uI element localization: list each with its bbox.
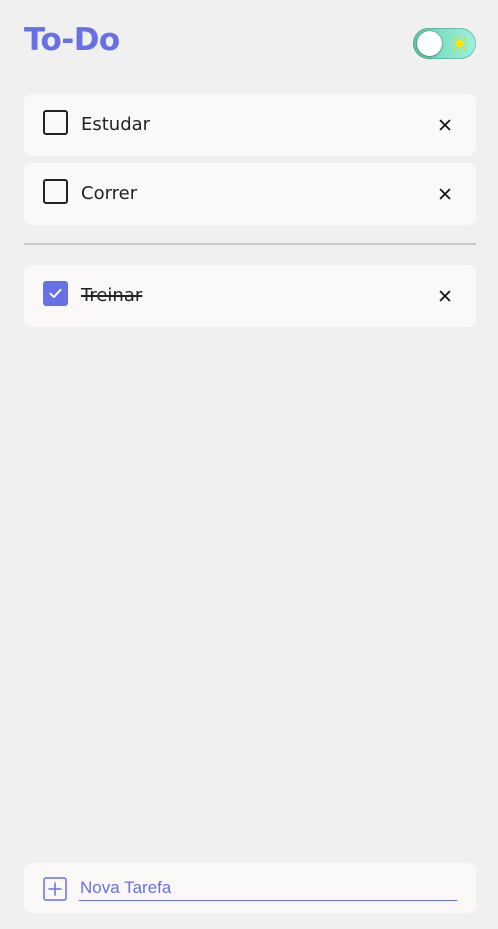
task-label: Correr — [81, 183, 138, 204]
app-title: To-Do — [24, 22, 120, 58]
delete-task-button[interactable] — [434, 285, 456, 307]
close-icon — [439, 119, 451, 131]
task-checkbox[interactable] — [43, 110, 68, 135]
add-task-button[interactable] — [43, 877, 67, 901]
new-task-bar — [24, 863, 476, 913]
task-item: Estudar — [24, 94, 476, 156]
task-item-completed: Treinar — [24, 265, 476, 327]
plus-icon — [43, 877, 67, 901]
toggle-knob — [417, 31, 442, 56]
completed-divider — [24, 243, 476, 245]
close-icon — [439, 290, 451, 302]
theme-toggle[interactable] — [413, 28, 476, 59]
delete-task-button[interactable] — [434, 114, 456, 136]
task-checkbox[interactable] — [43, 179, 68, 204]
delete-task-button[interactable] — [434, 183, 456, 205]
check-icon — [49, 288, 62, 298]
sun-icon — [450, 34, 469, 53]
task-item: Correr — [24, 163, 476, 225]
task-label: Estudar — [81, 114, 151, 135]
new-task-input[interactable] — [79, 875, 457, 901]
task-label: Treinar — [81, 285, 143, 306]
task-checkbox-checked[interactable] — [43, 281, 68, 306]
close-icon — [439, 188, 451, 200]
